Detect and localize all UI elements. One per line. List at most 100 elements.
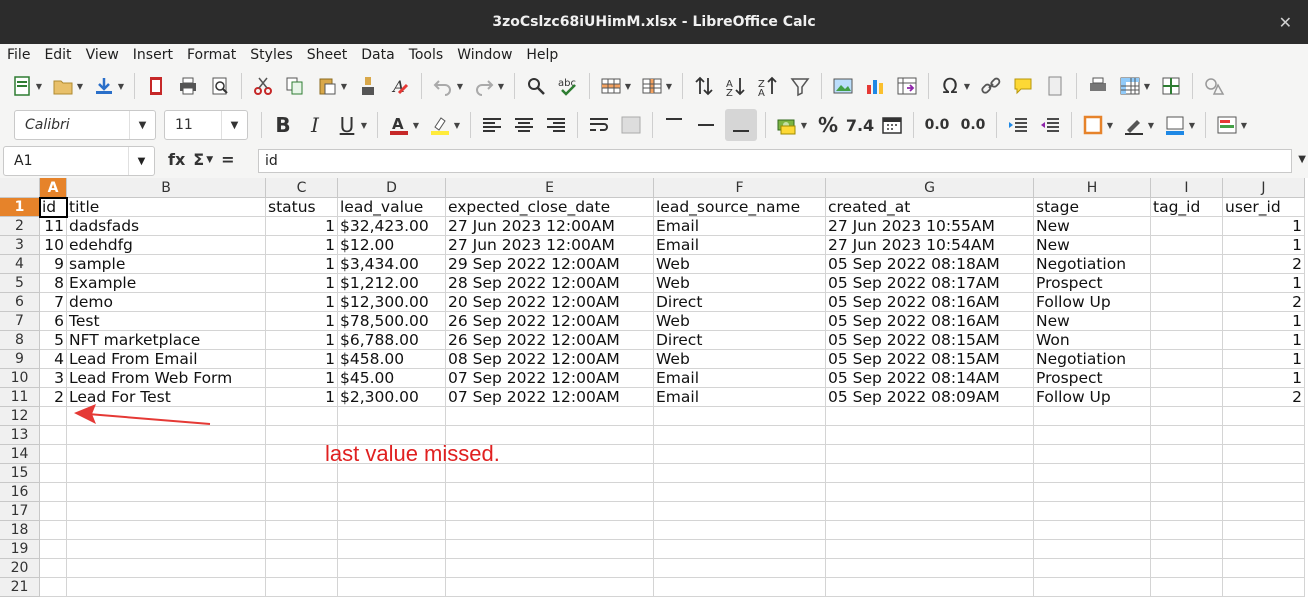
cell-i2[interactable] <box>1151 217 1223 236</box>
cell-g10[interactable]: 05 Sep 2022 08:14AM <box>826 369 1034 388</box>
special-character-icon[interactable]: Ω <box>937 73 963 99</box>
cell-i12[interactable] <box>1151 407 1223 426</box>
cell-g15[interactable] <box>826 464 1034 483</box>
cell-i20[interactable] <box>1151 559 1223 578</box>
cell-f8[interactable]: Direct <box>654 331 826 350</box>
cell-b14[interactable] <box>67 445 266 464</box>
cell-c11[interactable]: 1 <box>266 388 338 407</box>
cell-g2[interactable]: 27 Jun 2023 10:55AM <box>826 217 1034 236</box>
cell-f7[interactable]: Web <box>654 312 826 331</box>
cell-g13[interactable] <box>826 426 1034 445</box>
conditional-format-icon[interactable] <box>1214 112 1240 138</box>
currency-format-icon[interactable] <box>774 112 800 138</box>
cell-h16[interactable] <box>1034 483 1151 502</box>
cell-c12[interactable] <box>266 407 338 426</box>
cell-j19[interactable] <box>1223 540 1305 559</box>
column-header-j[interactable]: J <box>1223 178 1305 198</box>
cell-b21[interactable] <box>67 578 266 597</box>
cell-j15[interactable] <box>1223 464 1305 483</box>
chevron-down-icon[interactable]: ▼ <box>497 82 505 91</box>
row-header-11[interactable]: 11 <box>0 388 40 407</box>
split-window-icon[interactable] <box>1158 73 1184 99</box>
chevron-down-icon[interactable]: ▼ <box>129 111 155 139</box>
chevron-down-icon[interactable]: ▼ <box>35 82 43 91</box>
cell-j11[interactable]: 2 <box>1223 388 1305 407</box>
cell-g7[interactable]: 05 Sep 2022 08:16AM <box>826 312 1034 331</box>
spelling-icon[interactable]: abc <box>555 73 581 99</box>
date-format-icon[interactable] <box>879 112 905 138</box>
cell-a6[interactable]: 7 <box>40 293 67 312</box>
cell-g9[interactable]: 05 Sep 2022 08:15AM <box>826 350 1034 369</box>
row-header-8[interactable]: 8 <box>0 331 40 350</box>
new-document-icon[interactable] <box>9 73 35 99</box>
cell-j16[interactable] <box>1223 483 1305 502</box>
cell-h9[interactable]: Negotiation <box>1034 350 1151 369</box>
cell-b7[interactable]: Test <box>67 312 266 331</box>
cell-b18[interactable] <box>67 521 266 540</box>
cell-i4[interactable] <box>1151 255 1223 274</box>
cell-b5[interactable]: Example <box>67 274 266 293</box>
cell-d19[interactable] <box>338 540 446 559</box>
undo-icon[interactable] <box>430 73 456 99</box>
expand-formula-bar-icon[interactable]: ▼ <box>1298 154 1306 165</box>
row-header-7[interactable]: 7 <box>0 312 40 331</box>
cell-i10[interactable] <box>1151 369 1223 388</box>
cell-f1[interactable]: lead_source_name <box>654 198 826 217</box>
cell-i11[interactable] <box>1151 388 1223 407</box>
open-folder-icon[interactable] <box>50 73 76 99</box>
increase-indent-icon[interactable] <box>1005 112 1031 138</box>
font-name-combo[interactable]: Calibri ▼ <box>14 110 156 140</box>
cell-a16[interactable] <box>40 483 67 502</box>
chevron-down-icon[interactable]: ▼ <box>340 82 348 91</box>
chevron-down-icon[interactable]: ▼ <box>221 111 247 139</box>
cell-f17[interactable] <box>654 502 826 521</box>
cell-j13[interactable] <box>1223 426 1305 445</box>
row-header-5[interactable]: 5 <box>0 274 40 293</box>
chevron-down-icon[interactable]: ▼ <box>1188 121 1196 130</box>
cell-g6[interactable]: 05 Sep 2022 08:16AM <box>826 293 1034 312</box>
cell-i8[interactable] <box>1151 331 1223 350</box>
column-header-i[interactable]: I <box>1151 178 1223 198</box>
cell-h11[interactable]: Follow Up <box>1034 388 1151 407</box>
merge-center-icon[interactable] <box>618 112 644 138</box>
cell-e12[interactable] <box>446 407 654 426</box>
cell-e19[interactable] <box>446 540 654 559</box>
cell-i6[interactable] <box>1151 293 1223 312</box>
cell-f5[interactable]: Web <box>654 274 826 293</box>
row-header-6[interactable]: 6 <box>0 293 40 312</box>
cell-j12[interactable] <box>1223 407 1305 426</box>
cell-d4[interactable]: $3,434.00 <box>338 255 446 274</box>
print-icon[interactable] <box>175 73 201 99</box>
print-preview-icon[interactable] <box>207 73 233 99</box>
cell-c10[interactable]: 1 <box>266 369 338 388</box>
find-replace-icon[interactable] <box>523 73 549 99</box>
cell-e18[interactable] <box>446 521 654 540</box>
cell-f9[interactable]: Web <box>654 350 826 369</box>
highlight-color-icon[interactable] <box>427 112 453 138</box>
chevron-down-icon[interactable]: ▼ <box>624 82 632 91</box>
row-header-12[interactable]: 12 <box>0 407 40 426</box>
chevron-down-icon[interactable]: ▼ <box>453 121 461 130</box>
cell-f12[interactable] <box>654 407 826 426</box>
cell-f10[interactable]: Email <box>654 369 826 388</box>
cell-f20[interactable] <box>654 559 826 578</box>
cell-h2[interactable]: New <box>1034 217 1151 236</box>
cell-a14[interactable] <box>40 445 67 464</box>
cell-h15[interactable] <box>1034 464 1151 483</box>
align-center-icon[interactable] <box>511 112 537 138</box>
menu-tools[interactable]: Tools <box>402 45 451 65</box>
cell-c3[interactable]: 1 <box>266 236 338 255</box>
cell-j6[interactable]: 2 <box>1223 293 1305 312</box>
cell-h20[interactable] <box>1034 559 1151 578</box>
cell-g17[interactable] <box>826 502 1034 521</box>
sort-icon[interactable] <box>691 73 717 99</box>
cell-b3[interactable]: edehdfg <box>67 236 266 255</box>
cell-g1[interactable]: created_at <box>826 198 1034 217</box>
cell-a1[interactable]: id <box>39 197 68 218</box>
name-box[interactable]: A1 ▼ <box>3 146 155 176</box>
row-header-21[interactable]: 21 <box>0 578 40 597</box>
cell-f16[interactable] <box>654 483 826 502</box>
freeze-rows-columns-icon[interactable] <box>1117 73 1143 99</box>
cell-h7[interactable]: New <box>1034 312 1151 331</box>
cut-icon[interactable] <box>250 73 276 99</box>
